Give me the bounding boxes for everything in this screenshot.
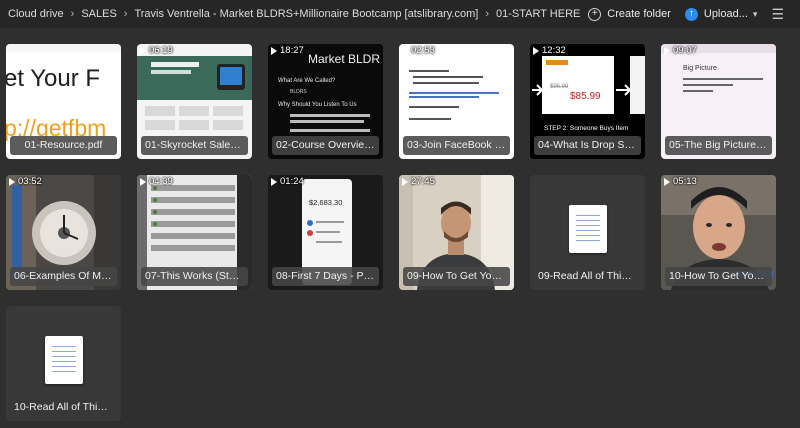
breadcrumb: Cloud drive › SALES › Travis Ventrella -…: [0, 8, 580, 20]
breadcrumb-current-folder[interactable]: 01-START HERE: [496, 8, 580, 20]
play-icon: [402, 177, 408, 186]
file-name: 09-How To Get Your ...: [403, 267, 510, 286]
thumb-text: $85.99: [570, 91, 601, 102]
duration-label: 09:07: [673, 45, 697, 56]
video-duration: 18:27: [271, 45, 304, 56]
play-icon: [271, 46, 277, 55]
play-icon: [271, 177, 277, 186]
play-icon: [9, 177, 15, 186]
duration-label: 02:53: [411, 45, 435, 56]
thumb-text: $96.99: [550, 84, 569, 90]
video-duration: 06:19: [140, 45, 173, 56]
chevron-right-icon: ›: [70, 8, 75, 20]
file-card[interactable]: 10-Read All of This.txt: [6, 306, 121, 421]
duration-label: 06:19: [149, 45, 173, 56]
file-name: 10-Read All of This.txt: [14, 401, 117, 413]
duration-label: 04:39: [149, 176, 173, 187]
file-card[interactable]: 03:52 06-Examples Of Mee...: [6, 175, 121, 290]
video-duration: 27:45: [402, 176, 435, 187]
breadcrumb-course-folder[interactable]: Travis Ventrella - Market BLDRS+Milliona…: [134, 8, 478, 20]
file-name: 02-Course Overview....: [272, 136, 379, 155]
file-card[interactable]: 09-Read All of This.txt: [530, 175, 645, 290]
upload-button[interactable]: ↑ Upload... ▾: [684, 7, 758, 21]
duration-label: 05:13: [673, 176, 697, 187]
upload-label: Upload...: [703, 8, 748, 20]
breadcrumb-cloud-drive[interactable]: Cloud drive: [8, 8, 64, 20]
upload-arrow-icon: ↑: [684, 7, 698, 21]
video-duration: 09:07: [664, 45, 697, 56]
create-folder-label: Create folder: [607, 8, 671, 20]
plus-icon: +: [588, 7, 602, 21]
file-card[interactable]: 27:45 09-How To Get Your ...: [399, 175, 514, 290]
video-duration: 12:32: [533, 45, 566, 56]
menu-icon[interactable]: ☰: [771, 6, 784, 23]
file-name: 07-This Works (Stude...: [141, 267, 248, 286]
video-duration: 04:39: [140, 176, 173, 187]
file-card[interactable]: 02:53 03-Join FaceBook Gro...: [399, 44, 514, 159]
top-bar: Cloud drive › SALES › Travis Ventrella -…: [0, 0, 800, 28]
file-name: 10-How To Get Your ...: [665, 267, 772, 286]
video-duration: 03:52: [9, 176, 42, 187]
play-icon: [402, 46, 408, 55]
duration-label: 01:24: [280, 176, 304, 187]
play-icon: [140, 177, 146, 186]
file-card[interactable]: $2,683.30 01:24 08-First 7 Days - PER...: [268, 175, 383, 290]
thumb-text: What Are We Called?: [278, 78, 336, 84]
file-name: 08-First 7 Days - PER...: [272, 267, 379, 286]
file-card[interactable]: et Your F p://getfbm 01-Resource.pdf: [6, 44, 121, 159]
thumb-text: Market BLDR: [308, 52, 380, 66]
duration-label: 18:27: [280, 45, 304, 56]
file-card[interactable]: 05:13 10-How To Get Your ...: [661, 175, 776, 290]
file-name: 05-The Big Picture.mp4: [665, 136, 772, 155]
play-icon: [664, 177, 670, 186]
thumb-text: STEP 2: Someone Buys Item: [544, 125, 628, 132]
file-name: 06-Examples Of Mee...: [10, 267, 117, 286]
chevron-right-icon: ›: [485, 8, 489, 20]
file-card[interactable]: Market BLDR What Are We Called? BLDRS Wh…: [268, 44, 383, 159]
file-name: 04-What Is Drop Ship...: [534, 136, 641, 155]
file-name: 03-Join FaceBook Gro...: [403, 136, 510, 155]
video-duration: 05:13: [664, 176, 697, 187]
file-name: 01-Resource.pdf: [10, 136, 117, 155]
duration-label: 03:52: [18, 176, 42, 187]
video-duration: 02:53: [402, 45, 435, 56]
play-icon: [140, 46, 146, 55]
create-folder-button[interactable]: + Create folder: [588, 7, 671, 21]
chevron-down-icon: ▾: [752, 8, 758, 19]
thumb-text: Why Should You Listen To Us: [278, 102, 357, 108]
file-card[interactable]: 04:39 07-This Works (Stude...: [137, 175, 252, 290]
text-file-icon: [569, 205, 607, 253]
thumb-text: $2,683.30: [309, 198, 342, 207]
duration-label: 12:32: [542, 45, 566, 56]
breadcrumb-sales[interactable]: SALES: [81, 8, 116, 20]
file-card[interactable]: $96.99 $85.99 STEP 2: Someone Buys Item …: [530, 44, 645, 159]
thumb-text: et Your F: [6, 65, 100, 92]
play-icon: [533, 46, 539, 55]
file-card[interactable]: Big Picture 09:07 05-The Big Picture.mp4: [661, 44, 776, 159]
duration-label: 27:45: [411, 176, 435, 187]
thumb-text: Big Picture: [683, 65, 717, 72]
thumb-text: BLDRS: [290, 89, 307, 95]
text-file-icon: [45, 336, 83, 384]
chevron-right-icon: ›: [123, 8, 128, 20]
file-name: 09-Read All of This.txt: [538, 270, 641, 282]
file-card[interactable]: 06:19 01-Skyrocket Sales an...: [137, 44, 252, 159]
file-name: 01-Skyrocket Sales an...: [141, 136, 248, 155]
video-duration: 01:24: [271, 176, 304, 187]
play-icon: [664, 46, 670, 55]
